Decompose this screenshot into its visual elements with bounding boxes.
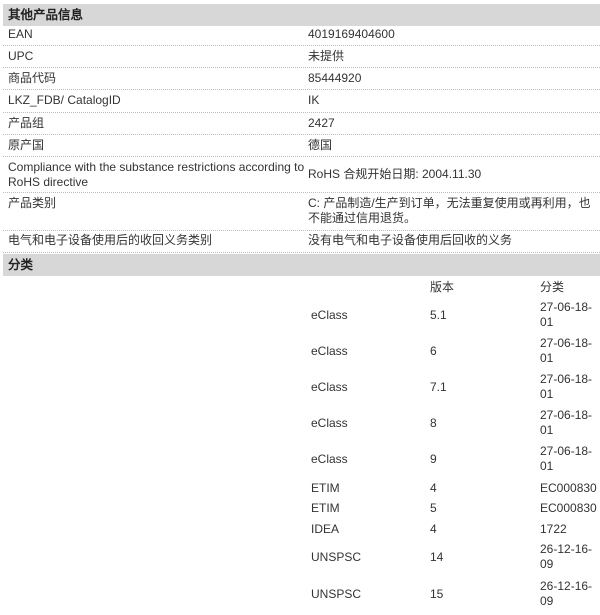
system-cell: ETIM bbox=[311, 481, 340, 495]
info-row-product-category: 产品类别 C: 产品制造/生产到订单，无法重复使用或再利用，也不能通过信用退货。 bbox=[3, 196, 600, 231]
class-cell: 26-12-16-09 bbox=[540, 542, 593, 571]
info-label: 产品类别 bbox=[8, 196, 57, 210]
class-cell: 27-06-18-01 bbox=[540, 300, 593, 329]
version-column-header: 版本 bbox=[430, 280, 455, 294]
info-label: 商品代码 bbox=[8, 71, 57, 85]
version-cell: 4 bbox=[430, 481, 437, 495]
system-cell: eClass bbox=[311, 344, 348, 358]
info-value: 4019169404600 bbox=[308, 27, 395, 41]
system-cell: eClass bbox=[311, 452, 348, 466]
info-row-rohs: Compliance with the substance restrictio… bbox=[3, 160, 600, 193]
info-value: 没有电气和电子设备使用后回收的义务 bbox=[308, 233, 513, 247]
other-info-title: 其他产品信息 bbox=[8, 8, 84, 22]
version-cell: 9 bbox=[430, 452, 437, 466]
info-label: 原产国 bbox=[8, 138, 45, 152]
system-cell: UNSPSC bbox=[311, 587, 362, 601]
info-row-country-of-origin: 原产国 德国 bbox=[3, 138, 600, 157]
system-cell: ETIM bbox=[311, 501, 340, 515]
info-row-commodity-code: 商品代码 85444920 bbox=[3, 71, 600, 90]
class-cell: 27-06-18-01 bbox=[540, 444, 593, 473]
system-cell: eClass bbox=[311, 308, 348, 322]
system-cell: IDEA bbox=[311, 522, 340, 536]
class-column-header: 分类 bbox=[540, 280, 565, 294]
info-value: C: 产品制造/生产到订单，无法重复使用或再利用，也不能通过信用退货。 bbox=[308, 196, 591, 225]
class-cell: 27-06-18-01 bbox=[540, 336, 593, 365]
version-cell: 4 bbox=[430, 522, 437, 536]
info-label: Compliance with the substance restrictio… bbox=[8, 160, 305, 189]
info-row-weee-category: 电气和电子设备使用后的收回义务类别 没有电气和电子设备使用后回收的义务 bbox=[3, 233, 600, 253]
class-cell: 1722 bbox=[540, 522, 567, 536]
info-row-product-group: 产品组 2427 bbox=[3, 116, 600, 135]
class-cell: 26-12-16-09 bbox=[540, 579, 593, 608]
version-cell: 8 bbox=[430, 416, 437, 430]
version-cell: 15 bbox=[430, 587, 444, 601]
version-cell: 7.1 bbox=[430, 380, 447, 394]
info-row-ean: EAN 4019169404600 bbox=[3, 27, 600, 46]
version-cell: 6 bbox=[430, 344, 437, 358]
class-cell: EC000830 bbox=[540, 481, 597, 495]
classification-header: 分类 bbox=[3, 254, 600, 276]
info-value: 85444920 bbox=[308, 71, 362, 85]
system-cell: eClass bbox=[311, 380, 348, 394]
info-row-catalog-id: LKZ_FDB/ CatalogID IK bbox=[3, 93, 600, 113]
version-cell: 5 bbox=[430, 501, 437, 515]
info-label: LKZ_FDB/ CatalogID bbox=[8, 93, 121, 107]
info-value: 德国 bbox=[308, 138, 333, 152]
info-value: IK bbox=[308, 93, 320, 107]
info-label: UPC bbox=[8, 49, 34, 63]
class-cell: 27-06-18-01 bbox=[540, 408, 593, 437]
info-value: 未提供 bbox=[308, 49, 345, 63]
system-cell: UNSPSC bbox=[311, 550, 362, 564]
version-cell: 5.1 bbox=[430, 308, 447, 322]
info-row-upc: UPC 未提供 bbox=[3, 49, 600, 68]
info-value: RoHS 合规开始日期: 2004.11.30 bbox=[308, 167, 482, 181]
info-label: EAN bbox=[8, 27, 33, 41]
class-cell: 27-06-18-01 bbox=[540, 372, 593, 401]
classification-title: 分类 bbox=[8, 258, 34, 272]
class-cell: EC000830 bbox=[540, 501, 597, 515]
info-label: 电气和电子设备使用后的收回义务类别 bbox=[8, 233, 213, 247]
version-cell: 14 bbox=[430, 550, 444, 564]
info-label: 产品组 bbox=[8, 116, 45, 130]
other-info-header: 其他产品信息 bbox=[3, 4, 600, 26]
system-cell: eClass bbox=[311, 416, 348, 430]
info-value: 2427 bbox=[308, 116, 335, 130]
